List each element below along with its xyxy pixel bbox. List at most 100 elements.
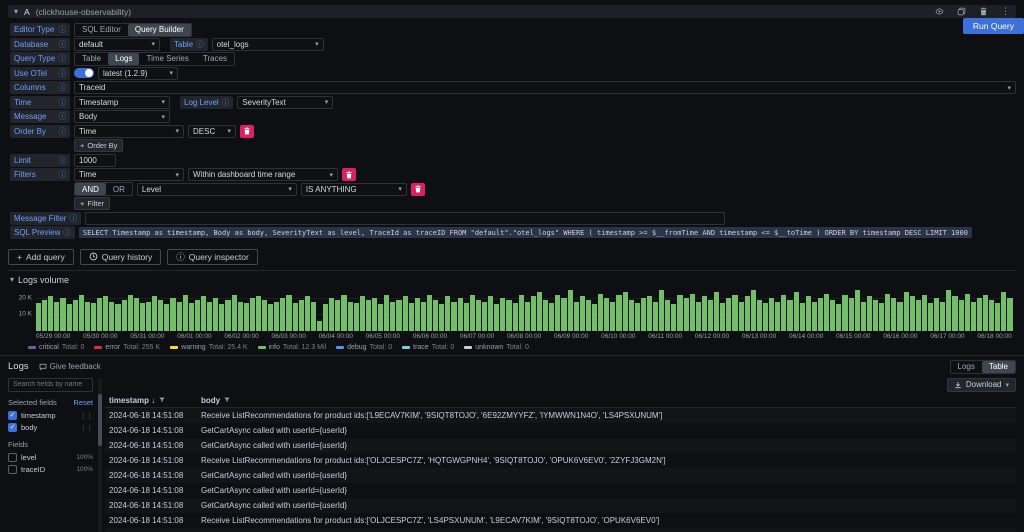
- duplicate-query-icon[interactable]: [957, 7, 966, 16]
- selected-field-item[interactable]: ✓timestamp⋮⋮: [8, 410, 93, 422]
- use-otel-toggle[interactable]: [74, 68, 94, 78]
- grip-icon[interactable]: ⋮⋮: [80, 412, 93, 420]
- search-fields-input[interactable]: [8, 378, 93, 392]
- bool-or[interactable]: OR: [106, 183, 132, 195]
- legend-item[interactable]: criticalTotal: 0: [28, 344, 84, 351]
- legend-item[interactable]: debugTotal: 0: [336, 344, 392, 351]
- collapse-query-icon[interactable]: ▾: [14, 7, 18, 16]
- columns-select[interactable]: Traceid ▾: [74, 81, 1016, 94]
- eye-icon[interactable]: [935, 7, 944, 16]
- scrollbar-thumb[interactable]: [98, 394, 102, 446]
- table-row[interactable]: 2024-06-18 14:51:08Receive ListRecommend…: [105, 407, 1016, 423]
- remove-query-icon[interactable]: [979, 7, 988, 16]
- volume-bar: [372, 298, 377, 330]
- checkbox-unchecked[interactable]: [8, 465, 17, 474]
- volume-bar: [537, 292, 542, 331]
- give-feedback-link[interactable]: Give feedback: [39, 362, 101, 371]
- legend-item[interactable]: warningTotal: 25.4 K: [170, 344, 247, 351]
- checkbox-checked[interactable]: ✓: [8, 423, 17, 432]
- field-item[interactable]: traceID100%: [8, 464, 93, 476]
- info-icon: ⓘ: [59, 39, 67, 50]
- legend-item[interactable]: errorTotal: 255 K: [94, 344, 160, 351]
- selected-field-item[interactable]: ✓body⋮⋮: [8, 422, 93, 434]
- remove-filter1-button[interactable]: [342, 168, 356, 181]
- filter-icon[interactable]: [224, 397, 230, 403]
- bool-and[interactable]: AND: [75, 183, 106, 195]
- filter1-field-select[interactable]: Time ▾: [74, 168, 184, 181]
- time-column-select[interactable]: Timestamp ▾: [74, 96, 170, 109]
- table-row[interactable]: 2024-06-18 14:51:08GetCartAsync called w…: [105, 498, 1016, 513]
- checkbox-unchecked[interactable]: [8, 453, 17, 462]
- database-select[interactable]: default ▾: [74, 38, 160, 51]
- add-order-by-button[interactable]: + Order By: [74, 139, 123, 152]
- table-row[interactable]: 2024-06-18 14:51:08GetCartAsync called w…: [105, 483, 1016, 498]
- limit-input[interactable]: [74, 154, 116, 167]
- volume-bar: [787, 300, 792, 331]
- add-query-button[interactable]: + Add query: [8, 249, 74, 265]
- message-label: Message ⓘ: [10, 110, 70, 123]
- legend-item[interactable]: traceTotal: 0: [402, 344, 454, 351]
- query-inspector-button[interactable]: ⓘ Query inspector: [167, 249, 258, 265]
- volume-bar: [189, 303, 194, 330]
- legend-item[interactable]: unknownTotal: 0: [464, 344, 529, 351]
- table-select[interactable]: otel_logs ▾: [212, 38, 324, 51]
- view-toggle-table[interactable]: Table: [982, 361, 1015, 373]
- column-header-timestamp[interactable]: timestamp ↓: [105, 394, 197, 408]
- sql-preview-label: SQL Preview ⓘ: [10, 226, 75, 239]
- order-direction-select[interactable]: DESC ▾: [188, 125, 236, 138]
- kebab-menu-icon[interactable]: ⋮: [1001, 6, 1010, 17]
- order-by-field-select[interactable]: Time ▾: [74, 125, 184, 138]
- volume-bar: [348, 302, 353, 331]
- volume-bar: [592, 304, 597, 330]
- download-button[interactable]: Download ▾: [947, 378, 1016, 392]
- add-filter-button[interactable]: + Filter: [74, 197, 110, 210]
- checkbox-checked[interactable]: ✓: [8, 411, 17, 420]
- message-filter-input[interactable]: [85, 212, 725, 225]
- filter2-field-select[interactable]: Level ▾: [137, 183, 297, 196]
- legend-item[interactable]: infoTotal: 12.3 Mil: [258, 344, 326, 351]
- remove-filter2-button[interactable]: [411, 183, 425, 196]
- reset-fields-link[interactable]: Reset: [73, 398, 93, 407]
- volume-bar: [781, 295, 786, 331]
- otel-version-select[interactable]: latest (1.2.9) ▾: [98, 67, 178, 80]
- filter2-operator-select[interactable]: IS ANYTHING ▾: [301, 183, 407, 196]
- logs-volume-header[interactable]: ▾ Logs volume: [10, 275, 1016, 285]
- table-row[interactable]: 2024-06-18 14:51:08Receive ListRecommend…: [105, 528, 1016, 532]
- database-label: Database ⓘ: [10, 38, 70, 51]
- query-type-logs[interactable]: Logs: [108, 53, 139, 65]
- run-query-button[interactable]: Run Query: [963, 18, 1024, 34]
- volume-bar: [146, 302, 151, 331]
- cell-body: GetCartAsync called with userId={userId}: [197, 468, 1016, 483]
- table-row[interactable]: 2024-06-18 14:51:08GetCartAsync called w…: [105, 468, 1016, 483]
- column-header-body[interactable]: body: [197, 394, 1016, 408]
- query-type-time-series[interactable]: Time Series: [139, 53, 195, 65]
- table-row[interactable]: 2024-06-18 14:51:08GetCartAsync called w…: [105, 423, 1016, 438]
- filter1-condition-select[interactable]: Within dashboard time range ▾: [188, 168, 338, 181]
- editor-type-row: Editor Type ⓘ SQL Editor Query Builder: [10, 23, 1016, 36]
- volume-bar: [610, 302, 615, 331]
- view-toggle-logs[interactable]: Logs: [951, 361, 982, 373]
- volume-bar: [341, 295, 346, 331]
- sort-desc-icon[interactable]: ↓: [151, 396, 155, 405]
- query-inspector-label: Query inspector: [189, 252, 249, 262]
- table-row[interactable]: 2024-06-18 14:51:08Receive ListRecommend…: [105, 513, 1016, 528]
- query-type-label-text: Query Type: [14, 54, 55, 63]
- filter-icon[interactable]: [159, 397, 165, 403]
- volume-bar: [396, 300, 401, 331]
- remove-order-by-button[interactable]: [240, 125, 254, 138]
- grip-icon[interactable]: ⋮⋮: [80, 424, 93, 432]
- editor-type-sql-editor[interactable]: SQL Editor: [75, 24, 128, 36]
- message-column-select[interactable]: Body ▾: [74, 110, 170, 123]
- query-history-button[interactable]: Query history: [80, 249, 162, 265]
- table-row[interactable]: 2024-06-18 14:51:08Receive ListRecommend…: [105, 453, 1016, 468]
- time-label-text: Time: [14, 98, 31, 107]
- table-row[interactable]: 2024-06-18 14:51:08GetCartAsync called w…: [105, 438, 1016, 453]
- sql-preview-label-text: SQL Preview: [14, 228, 60, 237]
- query-type-table[interactable]: Table: [75, 53, 108, 65]
- log-level-select[interactable]: SeverityText ▾: [237, 96, 333, 109]
- query-type-traces[interactable]: Traces: [196, 53, 234, 65]
- volume-bar: [488, 296, 493, 330]
- table-scrollbar[interactable]: [98, 378, 102, 532]
- field-item[interactable]: level100%: [8, 452, 93, 464]
- editor-type-query-builder[interactable]: Query Builder: [128, 24, 191, 36]
